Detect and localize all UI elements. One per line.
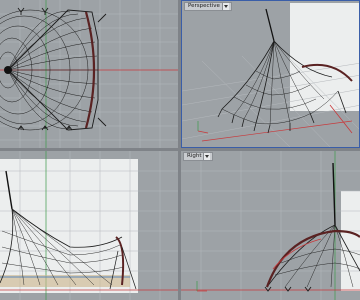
perspective-viewport[interactable]: Perspective [181,0,360,148]
axis-widget [196,281,207,292]
chevron-down-icon[interactable] [221,3,229,10]
right-view-canvas [181,151,360,300]
front-viewport[interactable] [0,151,178,300]
anchor-symbols-top [17,7,107,131]
mast-perspective [265,8,275,42]
perspective-viewport-label[interactable]: Perspective [184,2,232,11]
perspective-label-text: Perspective [188,3,220,9]
perspective-canvas [182,3,359,147]
top-viewport[interactable] [0,0,178,148]
front-view-canvas [0,151,178,300]
right-viewport[interactable]: Right [181,151,360,300]
anchor-symbols-right [264,286,312,292]
edge-highlight [272,238,322,270]
right-viewport-label[interactable]: Right [183,152,214,161]
chevron-down-icon[interactable] [203,153,211,160]
axis-widget [197,121,209,134]
top-view-canvas [0,0,178,148]
right-label-text: Right [187,153,202,159]
mast-top [4,66,12,74]
